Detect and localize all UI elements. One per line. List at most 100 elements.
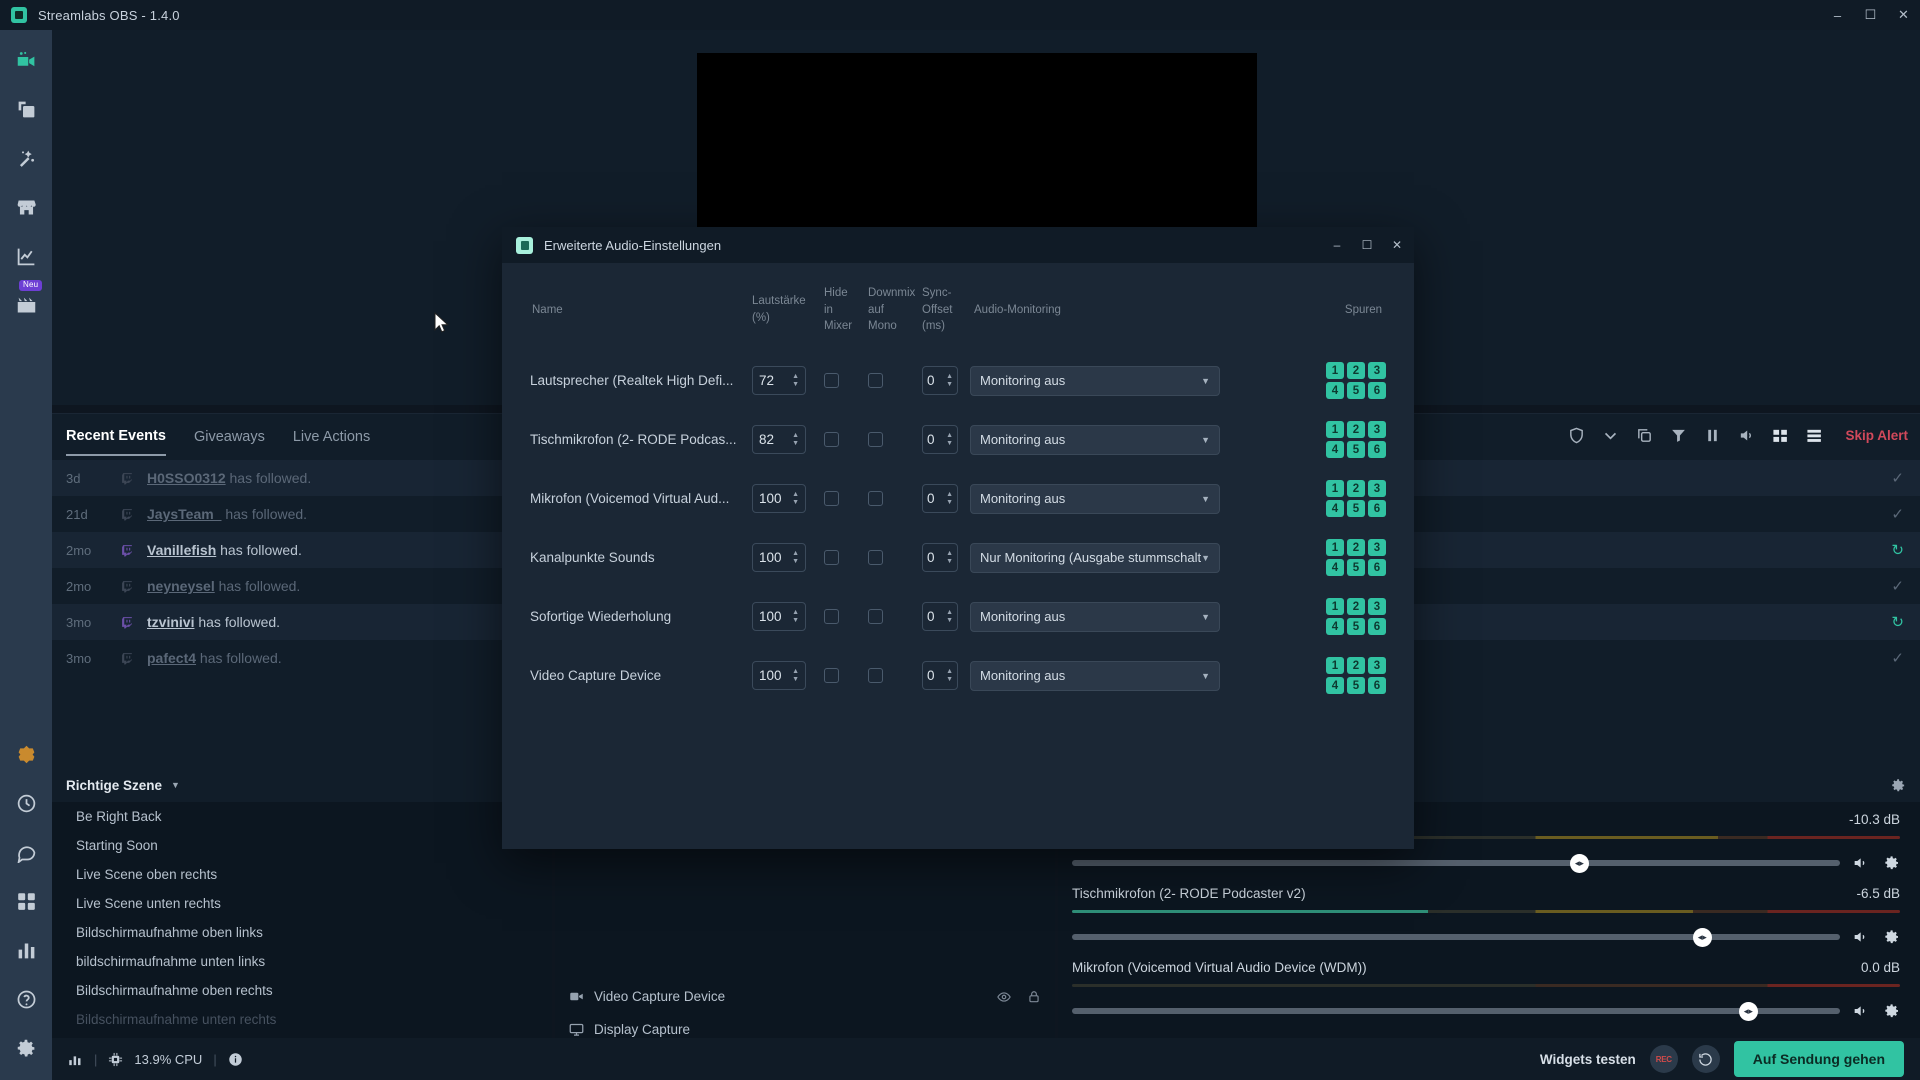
event-username[interactable]: tzvinivi — [147, 614, 194, 630]
event-status-icon[interactable]: ✓ — [1891, 505, 1904, 523]
track-toggle-6[interactable]: 6 — [1368, 618, 1386, 636]
stepper-arrows[interactable]: ▲ ▼ — [946, 550, 953, 565]
source-item[interactable]: Display Capture — [555, 1013, 1055, 1040]
stepper-down-icon[interactable]: ▼ — [946, 676, 953, 683]
stepper-up-icon[interactable]: ▲ — [792, 609, 799, 616]
track-toggle-6[interactable]: 6 — [1368, 677, 1386, 695]
stepper-down-icon[interactable]: ▼ — [792, 558, 799, 565]
dialog-minimize-icon[interactable]: – — [1322, 227, 1352, 263]
track-toggle-4[interactable]: 4 — [1326, 559, 1344, 577]
stepper-arrows[interactable]: ▲ ▼ — [946, 609, 953, 624]
shield-icon[interactable] — [1567, 426, 1585, 444]
track-toggle-3[interactable]: 3 — [1368, 362, 1386, 380]
slider-knob[interactable]: ◂▸ — [1692, 927, 1712, 947]
stepper-down-icon[interactable]: ▼ — [792, 440, 799, 447]
gear-icon[interactable] — [1884, 855, 1900, 871]
event-username[interactable]: JaysTeam_ — [147, 506, 221, 522]
sync-offset-stepper[interactable]: 0 ▲ ▼ — [922, 366, 958, 396]
hide-in-mixer-checkbox[interactable] — [824, 373, 839, 389]
source-item[interactable]: Video Capture Device — [555, 980, 1055, 1013]
track-toggle-4[interactable]: 4 — [1326, 677, 1344, 695]
downmix-mono-checkbox[interactable] — [868, 432, 883, 448]
gear-icon[interactable] — [1891, 778, 1906, 793]
sidebar-item-editor[interactable] — [14, 48, 38, 72]
bars-icon[interactable] — [68, 1052, 83, 1067]
chevron-down-icon[interactable]: ▼ — [1201, 553, 1210, 563]
track-toggle-2[interactable]: 2 — [1347, 421, 1365, 439]
downmix-mono-checkbox[interactable] — [868, 668, 883, 684]
sidebar-item-app-store[interactable] — [14, 195, 38, 219]
sync-offset-value[interactable]: 0 — [927, 432, 946, 447]
volume-value[interactable]: 100 — [759, 550, 792, 565]
volume-stepper[interactable]: 82 ▲ ▼ — [752, 425, 806, 455]
copy-icon[interactable] — [1635, 426, 1653, 444]
stepper-arrows[interactable]: ▲ ▼ — [946, 373, 953, 388]
hide-in-mixer-checkbox[interactable] — [824, 609, 839, 625]
volume-stepper[interactable]: 100 ▲ ▼ — [752, 661, 806, 691]
stepper-arrows[interactable]: ▲ ▼ — [792, 491, 799, 506]
stepper-down-icon[interactable]: ▼ — [792, 381, 799, 388]
sidebar-item-settings[interactable] — [14, 1036, 38, 1060]
stepper-up-icon[interactable]: ▲ — [946, 609, 953, 616]
track-toggle-5[interactable]: 5 — [1347, 382, 1365, 400]
event-status-icon[interactable]: ✓ — [1891, 469, 1904, 487]
track-toggle-5[interactable]: 5 — [1347, 618, 1365, 636]
sync-offset-stepper[interactable]: 0 ▲ ▼ — [922, 543, 958, 573]
stepper-up-icon[interactable]: ▲ — [946, 668, 953, 675]
scene-item[interactable]: Bildschirmaufnahme oben links — [52, 918, 552, 947]
track-toggle-1[interactable]: 1 — [1326, 421, 1344, 439]
track-toggle-1[interactable]: 1 — [1326, 598, 1344, 616]
event-status-icon[interactable]: ✓ — [1891, 649, 1904, 667]
sync-offset-value[interactable]: 0 — [927, 373, 946, 388]
stepper-up-icon[interactable]: ▲ — [946, 373, 953, 380]
tab-live-actions[interactable]: Live Actions — [293, 429, 370, 455]
filter-icon[interactable] — [1669, 426, 1687, 444]
stepper-down-icon[interactable]: ▼ — [792, 499, 799, 506]
stepper-up-icon[interactable]: ▲ — [946, 432, 953, 439]
speaker-icon[interactable] — [1852, 1003, 1868, 1019]
audio-monitoring-select[interactable]: Monitoring aus ▼ — [970, 601, 1220, 632]
stepper-down-icon[interactable]: ▼ — [792, 617, 799, 624]
stepper-arrows[interactable]: ▲ ▼ — [792, 668, 799, 683]
skip-alert-button[interactable]: Skip Alert — [1845, 428, 1908, 443]
eye-icon[interactable] — [997, 990, 1011, 1004]
stepper-up-icon[interactable]: ▲ — [792, 668, 799, 675]
downmix-mono-checkbox[interactable] — [868, 550, 883, 566]
hide-in-mixer-checkbox[interactable] — [824, 491, 839, 507]
volume-stepper[interactable]: 100 ▲ ▼ — [752, 543, 806, 573]
audio-monitoring-select[interactable]: Monitoring aus ▼ — [970, 483, 1220, 514]
scene-item[interactable]: Live Scene unten rechts — [52, 889, 552, 918]
scene-item[interactable]: Be Right Back — [52, 802, 552, 831]
track-toggle-2[interactable]: 2 — [1347, 362, 1365, 380]
stepper-down-icon[interactable]: ▼ — [946, 558, 953, 565]
sync-offset-value[interactable]: 0 — [927, 609, 946, 624]
scene-item[interactable]: Bildschirmaufnahme oben rechts — [52, 976, 552, 1005]
stepper-arrows[interactable]: ▲ ▼ — [946, 668, 953, 683]
sync-offset-stepper[interactable]: 0 ▲ ▼ — [922, 602, 958, 632]
scene-item[interactable]: Starting Soon — [52, 831, 552, 860]
track-toggle-1[interactable]: 1 — [1326, 657, 1344, 675]
track-toggle-4[interactable]: 4 — [1326, 441, 1344, 459]
go-live-button[interactable]: Auf Sendung gehen — [1733, 1041, 1904, 1077]
chevron-down-icon[interactable]: ▼ — [1201, 494, 1210, 504]
dialog-maximize-icon[interactable]: ☐ — [1352, 227, 1382, 263]
track-toggle-4[interactable]: 4 — [1326, 500, 1344, 518]
volume-slider[interactable]: ◂▸ — [1072, 926, 1900, 948]
sidebar-item-themes[interactable] — [14, 97, 38, 121]
audio-monitoring-select[interactable]: Monitoring aus ▼ — [970, 365, 1220, 396]
track-toggle-3[interactable]: 3 — [1368, 598, 1386, 616]
event-username[interactable]: neyneysel — [147, 578, 215, 594]
minimize-icon[interactable]: – — [1821, 0, 1854, 30]
sync-offset-value[interactable]: 0 — [927, 491, 946, 506]
stepper-down-icon[interactable]: ▼ — [946, 381, 953, 388]
scene-item[interactable]: Live Scene oben rechts — [52, 860, 552, 889]
gear-icon[interactable] — [1884, 929, 1900, 945]
speaker-icon[interactable] — [1737, 426, 1755, 444]
stepper-up-icon[interactable]: ▲ — [792, 373, 799, 380]
stepper-arrows[interactable]: ▲ ▼ — [792, 432, 799, 447]
volume-value[interactable]: 100 — [759, 609, 792, 624]
sidebar-item-cloudbot[interactable] — [14, 791, 38, 815]
track-toggle-5[interactable]: 5 — [1347, 677, 1365, 695]
downmix-mono-checkbox[interactable] — [868, 609, 883, 625]
track-toggle-5[interactable]: 5 — [1347, 441, 1365, 459]
